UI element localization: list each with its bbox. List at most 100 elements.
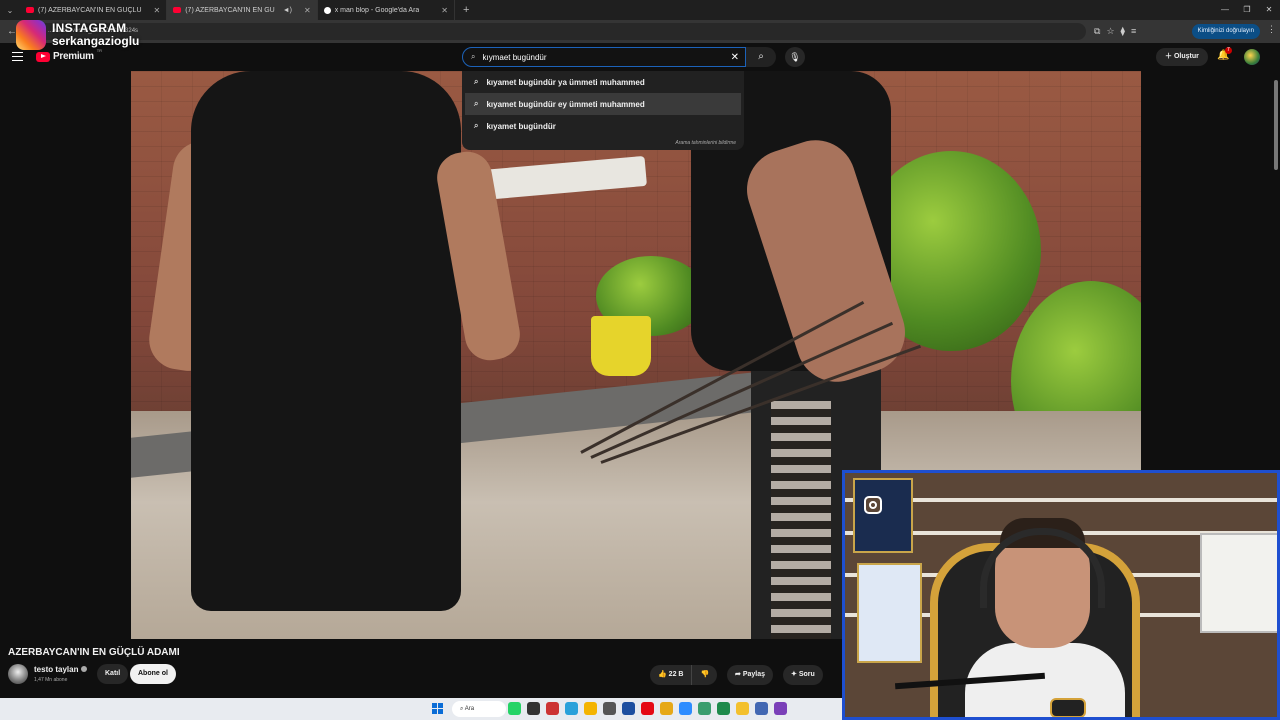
instagram-overlay: INSTAGRAM serkangazioglu [16, 20, 882, 514]
like-dislike-group: 👍 22 B 👎 [650, 665, 718, 685]
create-label: Oluştur [1173, 53, 1199, 60]
share-label: Paylaş [742, 671, 765, 678]
suggestion-text: kıyamet bugündür ya ümmeti muhammed [486, 77, 645, 87]
dislike-button[interactable]: 👎 [692, 665, 717, 685]
zoom-icon[interactable] [679, 702, 692, 715]
youtube-logo[interactable]: Premium TR [36, 48, 102, 62]
thumbs-up-icon: 👍 [658, 671, 669, 678]
report-suggestions-link[interactable]: Arama tahminlerini bildirme [675, 140, 736, 146]
video-scene-person [191, 71, 461, 611]
windows-start-icon[interactable] [432, 703, 443, 714]
youtube-favicon-icon [26, 7, 34, 13]
telegram-icon[interactable] [565, 702, 578, 715]
tab-close-icon[interactable]: ✕ [441, 6, 448, 15]
toolbar-icons: ⧉ ☆ ⧫ ≡ [1094, 26, 1136, 37]
taskbar-apps [508, 702, 787, 715]
media-control-icon[interactable]: ≡ [1131, 26, 1136, 37]
app-icon[interactable] [527, 702, 540, 715]
browser-menu-icon[interactable]: ⋮ [1267, 24, 1276, 35]
tab-list-button[interactable]: ⌄ [0, 6, 20, 15]
instagram-overlay-text: INSTAGRAM serkangazioglu [52, 22, 139, 48]
channel-name-text: testo taylan [34, 665, 79, 674]
create-button[interactable]: ＋ Oluştur [1156, 48, 1208, 66]
video-scene-pants [771, 401, 831, 639]
mic-icon: 🎙 [789, 52, 801, 62]
app-icon[interactable] [603, 702, 616, 715]
stream-logo-icon [1050, 698, 1086, 717]
browser-tab-strip: ⌄ (7) AZERBAYCAN'IN EN GÜÇLÜ ✕ (7) AZERB… [0, 0, 1280, 20]
ask-button[interactable]: ✦ Soru [783, 665, 823, 685]
ask-label: Soru [798, 671, 815, 678]
window-controls: — ❐ ✕ [1214, 0, 1280, 20]
share-button[interactable]: ➦ Paylaş [727, 665, 773, 685]
logo-text: Premium [53, 51, 94, 62]
voice-search-button[interactable]: 🎙 [785, 47, 805, 67]
tab-title: (7) AZERBAYCAN'IN EN GÜ [185, 6, 275, 14]
video-scene-pot [591, 316, 651, 376]
search-input[interactable]: ⌕ kıymaet bugündür ✕ [462, 47, 746, 67]
framed-jersey [857, 563, 922, 663]
instagram-logo-icon [16, 20, 882, 514]
tab-close-icon[interactable]: ✕ [304, 6, 311, 15]
browser-tab-2[interactable]: (7) AZERBAYCAN'IN EN GÜ ◄) ✕ [167, 0, 318, 20]
suggestion-item[interactable]: ⌕ kıyamet bugündür ey ümmeti muhammed [465, 93, 741, 115]
browser-tab-1[interactable]: (7) AZERBAYCAN'IN EN GÜÇLÜ ✕ [20, 0, 168, 20]
subscribe-button[interactable]: Abone ol [130, 664, 176, 684]
clear-search-icon[interactable]: ✕ [731, 52, 739, 63]
menu-icon[interactable] [12, 52, 23, 61]
tab-title: (7) AZERBAYCAN'IN EN GÜÇLÜ [38, 6, 142, 14]
tab-close-icon[interactable]: ✕ [154, 6, 161, 15]
scrollbar-thumb[interactable] [1274, 80, 1278, 170]
app-icon[interactable] [755, 702, 768, 715]
app-icon[interactable] [717, 702, 730, 715]
tab-title: x man blop - Google'da Ara [334, 6, 420, 14]
close-window-icon[interactable]: ✕ [1258, 0, 1280, 20]
account-avatar[interactable] [1244, 49, 1260, 65]
search-button[interactable]: ⌕ [746, 47, 776, 67]
video-title: AZERBAYCAN'IN EN GÜÇLÜ ADAMI [8, 647, 180, 658]
whatsapp-icon[interactable] [508, 702, 521, 715]
maximize-icon[interactable]: ❐ [1236, 0, 1258, 20]
app-icon[interactable] [546, 702, 559, 715]
google-favicon-icon [323, 6, 331, 14]
netflix-icon[interactable] [641, 702, 654, 715]
install-icon[interactable]: ⧉ [1094, 26, 1100, 37]
bookmark-star-icon[interactable]: ☆ [1106, 26, 1114, 37]
channel-name[interactable]: testo taylan [34, 665, 88, 674]
new-tab-button[interactable]: + [455, 4, 477, 16]
search-icon: ⌕ [474, 77, 479, 86]
address-bar-row: ← ...watch?v=sn8_T8hz7w&t=1324s ⧉ ☆ ⧫ ≡ … [0, 20, 1280, 43]
join-button[interactable]: Katıl [97, 664, 129, 684]
search-icon: ⌕ [758, 51, 764, 62]
app-icon[interactable] [622, 702, 635, 715]
minimize-icon[interactable]: — [1214, 0, 1236, 20]
taskbar-search-label: Ara [464, 706, 475, 712]
instagram-handle: serkangazioglu [52, 34, 140, 48]
browser-tab-3[interactable]: x man blop - Google'da Ara ✕ [318, 0, 455, 20]
channel-avatar[interactable] [8, 664, 28, 684]
like-button[interactable]: 👍 22 B [650, 665, 693, 685]
app-icon[interactable] [774, 702, 787, 715]
youtube-favicon-icon [173, 7, 182, 13]
notification-badge: 7 [1225, 47, 1232, 54]
headset [980, 528, 1105, 608]
extensions-icon[interactable]: ⧫ [1121, 26, 1125, 37]
verify-identity-button[interactable]: Kimliğinizi doğrulayın [1191, 24, 1260, 39]
verified-icon [81, 666, 88, 672]
app-icon[interactable] [660, 702, 673, 715]
verify-label: Kimliğinizi doğrulayın [1197, 28, 1254, 34]
files-icon[interactable] [736, 702, 749, 715]
chrome-icon[interactable] [584, 702, 597, 715]
suggestion-text: kıyamet bugündür [486, 121, 556, 131]
audio-icon[interactable]: ◄) [283, 7, 292, 14]
subscriber-count: 1,47 Mn abone [34, 677, 68, 683]
app-icon[interactable] [698, 702, 711, 715]
suggestion-item[interactable]: ⌕ kıyamet bugündür ya ümmeti muhammed [462, 71, 744, 93]
search-query: kıymaet bugündür [482, 52, 547, 62]
tactics-board [1200, 533, 1277, 633]
youtube-play-icon [36, 51, 50, 62]
omnibox[interactable]: ...watch?v=sn8_T8hz7w&t=1324s [26, 23, 1086, 40]
taskbar-search[interactable]: ⌕ Ara [452, 701, 506, 717]
suggestion-item[interactable]: ⌕ kıyamet bugündür [462, 115, 744, 137]
search-icon: ⌕ [474, 121, 479, 130]
